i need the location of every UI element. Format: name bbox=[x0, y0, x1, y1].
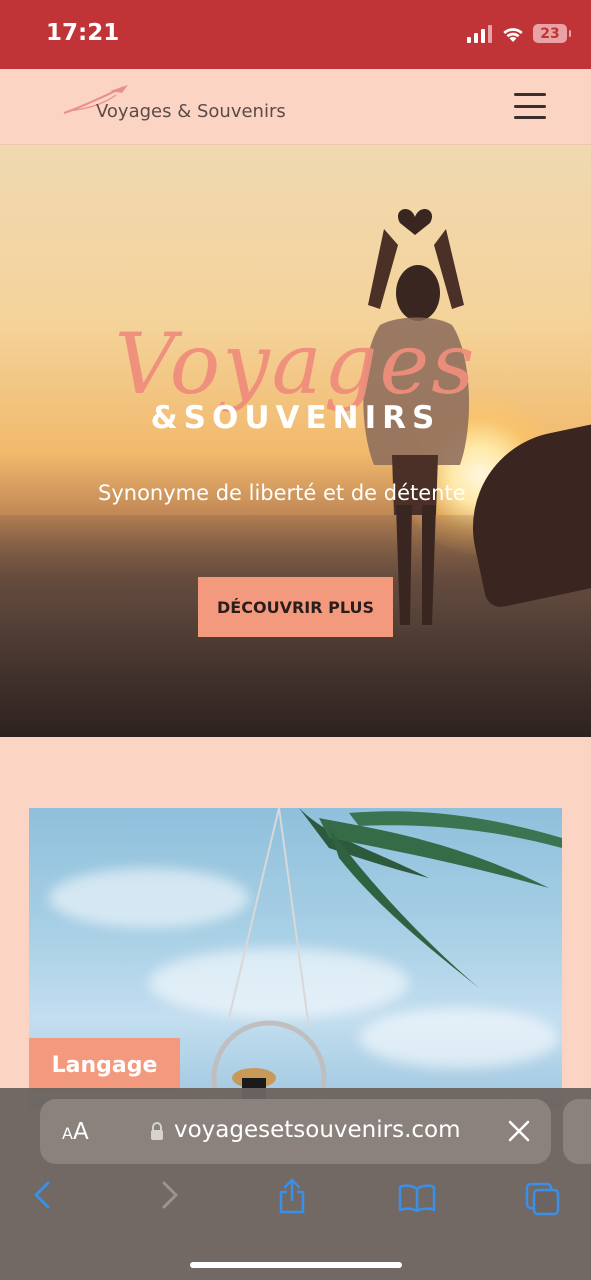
battery-icon: 23 bbox=[533, 24, 571, 43]
text-size-button[interactable]: AA bbox=[62, 1119, 89, 1145]
url-text: voyagesetsouvenirs.com bbox=[174, 1117, 461, 1143]
hero-title-caps: &SOUVENIRS bbox=[150, 400, 441, 436]
site-header: Voyages & Souvenirs bbox=[0, 69, 591, 145]
hamburger-icon-line bbox=[514, 104, 546, 108]
close-icon[interactable] bbox=[506, 1118, 532, 1144]
tabs-icon[interactable] bbox=[525, 1182, 561, 1216]
address-bar[interactable]: AA voyagesetsouvenirs.com bbox=[40, 1099, 551, 1164]
discover-more-button[interactable]: DÉCOUVRIR PLUS bbox=[198, 577, 393, 637]
status-time: 17:21 bbox=[46, 20, 120, 46]
lock-icon bbox=[151, 1122, 163, 1140]
hero-title-script: Voyages bbox=[114, 315, 477, 413]
hamburger-icon-line bbox=[514, 116, 546, 119]
language-button[interactable]: Langage bbox=[29, 1038, 180, 1092]
hero-tagline: Synonyme de liberté et de détente bbox=[98, 481, 466, 505]
hero-section: Voyages &SOUVENIRS Synonyme de liberté e… bbox=[0, 145, 591, 737]
hamburger-menu-button[interactable] bbox=[514, 93, 546, 119]
signal-icon bbox=[467, 24, 492, 43]
site-logo[interactable]: Voyages & Souvenirs bbox=[62, 83, 286, 127]
hamburger-icon-line bbox=[514, 93, 546, 96]
back-icon[interactable] bbox=[30, 1180, 54, 1210]
share-icon[interactable] bbox=[277, 1178, 307, 1214]
text-size-big-a: A bbox=[72, 1119, 89, 1145]
battery-level: 23 bbox=[540, 25, 560, 42]
logo-text: Voyages & Souvenirs bbox=[96, 100, 286, 122]
home-indicator bbox=[190, 1262, 402, 1268]
next-tab-peek[interactable] bbox=[563, 1099, 591, 1164]
bookmarks-icon[interactable] bbox=[398, 1184, 436, 1212]
wifi-icon bbox=[503, 27, 523, 42]
status-bar: 17:21 23 bbox=[0, 0, 591, 69]
browser-bottom-bar: AA voyagesetsouvenirs.com bbox=[0, 1088, 591, 1280]
status-icons: 23 bbox=[467, 24, 571, 43]
forward-icon[interactable] bbox=[158, 1180, 182, 1210]
text-size-small-a: A bbox=[62, 1124, 73, 1143]
